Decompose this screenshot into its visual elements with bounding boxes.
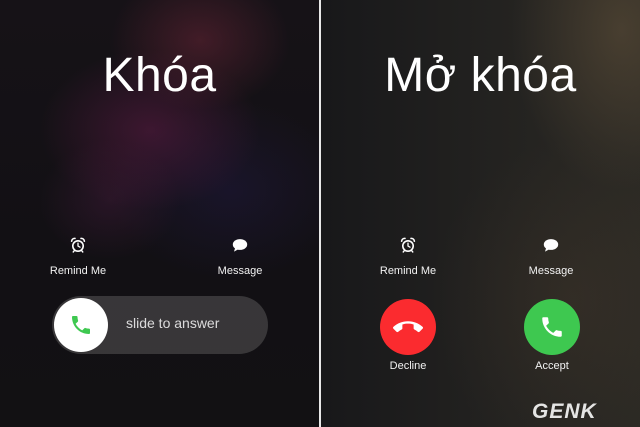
message-button-left[interactable]: Message [190,236,290,277]
locked-title: Khóa [102,49,217,102]
slide-to-answer-slider[interactable]: slide to answer [52,296,268,354]
accept-button[interactable] [524,299,580,355]
speech-bubble-icon [232,239,248,252]
unlocked-title: Mở khóa [384,49,577,102]
decline-label: Decline [389,360,427,372]
locked-screen-panel: Khóa Remind Me Message slide to answer [0,0,319,427]
remind-me-label: Remind Me [49,265,107,277]
phone-icon [542,317,562,337]
decline-button[interactable] [380,299,436,355]
unlocked-screen-panel: Mở khóa Remind Me Message Decline Accept [321,0,640,427]
message-label: Message [528,265,574,277]
accept-label: Accept [535,360,569,372]
genk-watermark: GENK [532,400,597,423]
slide-to-answer-text: slide to answer [126,315,220,331]
message-label: Message [217,265,263,277]
message-button-right[interactable]: Message [501,236,601,277]
speech-bubble-icon [543,239,559,252]
alarm-clock-icon [70,237,86,253]
phone-hangup-icon [393,321,423,333]
slider-knob[interactable] [54,298,108,352]
alarm-clock-icon [400,237,416,253]
remind-me-button-left[interactable]: Remind Me [28,236,128,277]
remind-me-label: Remind Me [379,265,437,277]
remind-me-button-right[interactable]: Remind Me [358,236,458,277]
phone-icon [72,316,90,334]
